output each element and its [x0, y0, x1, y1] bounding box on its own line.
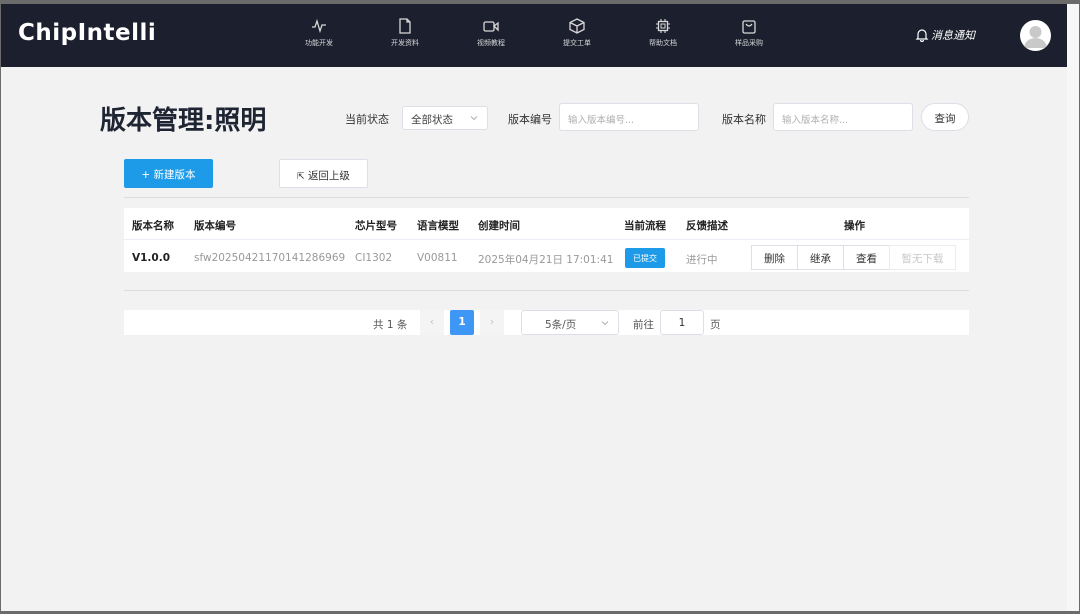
new-version-button[interactable]: + 新建版本 [124, 159, 213, 188]
nav-item-sample-purchase[interactable]: 样品采购 [719, 18, 779, 48]
document-icon [399, 18, 411, 34]
chevron-down-icon [470, 116, 478, 121]
divider [124, 197, 969, 198]
nav-item-help-docs[interactable]: 帮助文档 [633, 18, 693, 48]
nav-item-submit-ticket[interactable]: 提交工单 [547, 18, 607, 48]
column-header: 当前流程 [624, 220, 666, 232]
back-button[interactable]: ⇱ 返回上级 [279, 159, 368, 188]
delete-button[interactable]: 删除 [751, 245, 798, 270]
video-icon [483, 21, 499, 32]
chevron-down-icon [601, 321, 609, 326]
page-suffix-label: 页 [710, 319, 721, 331]
back-button-label: 返回上级 [307, 170, 350, 182]
logo[interactable]: ChipIntelli [18, 20, 156, 46]
cell-language-model: V00811 [417, 252, 458, 264]
avatar[interactable] [1020, 20, 1051, 51]
user-icon [1024, 26, 1047, 48]
page-size-value: 5条/页 [545, 319, 577, 331]
scrollbar[interactable] [1067, 4, 1079, 611]
versions-table: 版本名称 版本编号 芯片型号 语言模型 创建时间 当前流程 反馈描述 操作 V1… [124, 208, 969, 272]
nav-item-dev-docs[interactable]: 开发资料 [375, 18, 435, 48]
chevron-left-icon: ‹ [429, 315, 435, 328]
page-size-select[interactable]: 5条/页 [521, 310, 619, 335]
chip-icon [656, 19, 670, 33]
top-navbar: ChipIntelli 功能开发 开发资料 视频教程 提交工单 帮助文档 样品采… [1, 4, 1067, 67]
view-button[interactable]: 查看 [843, 245, 890, 270]
cell-created-time: 2025年04月21日 17:01:41 [478, 254, 614, 266]
next-page-button[interactable]: › [480, 310, 504, 335]
goto-page-input[interactable]: 1 [660, 310, 704, 335]
status-filter-label: 当前状态 [345, 113, 389, 126]
version-number-label: 版本编号 [508, 113, 552, 126]
shopping-bag-icon [742, 20, 756, 34]
page-number-button[interactable]: 1 [450, 310, 474, 335]
activity-icon [312, 18, 326, 34]
box-icon [569, 18, 585, 34]
query-button[interactable]: 查询 [921, 103, 969, 131]
download-button[interactable]: 暂无下载 [889, 245, 956, 270]
pagination-total: 共 1 条 [373, 319, 408, 331]
notifications-link[interactable]: 消息通知 [915, 27, 975, 43]
column-header: 反馈描述 [686, 220, 728, 232]
status-select[interactable]: 全部状态 [402, 106, 488, 130]
version-name-label: 版本名称 [722, 113, 766, 126]
prev-page-button[interactable]: ‹ [420, 310, 444, 335]
nav-label: 功能开发 [305, 39, 333, 47]
column-header: 版本名称 [132, 220, 174, 232]
column-header: 芯片型号 [355, 220, 397, 232]
cell-feedback: 进行中 [686, 254, 718, 266]
nav-label: 帮助文档 [649, 39, 677, 47]
version-name-input[interactable]: 输入版本名称... [773, 103, 913, 131]
column-header: 操作 [844, 220, 865, 232]
browser-window: ChipIntelli 功能开发 开发资料 视频教程 提交工单 帮助文档 样品采… [1, 4, 1067, 611]
notifications-label: 消息通知 [931, 29, 975, 42]
nav-label: 样品采购 [735, 39, 763, 47]
chevron-right-icon: › [489, 315, 495, 328]
bell-icon [915, 29, 929, 42]
cell-version-name: V1.0.0 [132, 252, 171, 264]
pagination: 共 1 条 ‹ 1 › 5条/页 前往 1 页 [124, 310, 969, 335]
cell-chip-model: CI1302 [355, 252, 393, 264]
nav-label: 开发资料 [391, 39, 419, 47]
nav-item-video-tutorials[interactable]: 视频教程 [461, 18, 521, 48]
nav-label: 视频教程 [477, 39, 505, 47]
version-number-input[interactable]: 输入版本编号... [559, 103, 699, 131]
goto-label: 前往 [633, 319, 654, 331]
nav-label: 提交工单 [563, 39, 591, 47]
status-select-value: 全部状态 [411, 114, 453, 126]
column-header: 语言模型 [417, 220, 459, 232]
cell-version-number: sfw20250421170141286969 [194, 252, 346, 264]
nav-item-feature-dev[interactable]: 功能开发 [289, 18, 349, 48]
arrow-up-left-icon: ⇱ [297, 172, 305, 182]
column-header: 创建时间 [478, 220, 520, 232]
table-header-divider [124, 239, 969, 240]
page-title: 版本管理:照明 [100, 106, 267, 136]
divider [124, 290, 969, 291]
row-actions: 删除 继承 查看 暂无下载 [751, 245, 956, 270]
status-badge: 已提交 [625, 248, 665, 268]
column-header: 版本编号 [194, 220, 236, 232]
inherit-button[interactable]: 继承 [797, 245, 844, 270]
